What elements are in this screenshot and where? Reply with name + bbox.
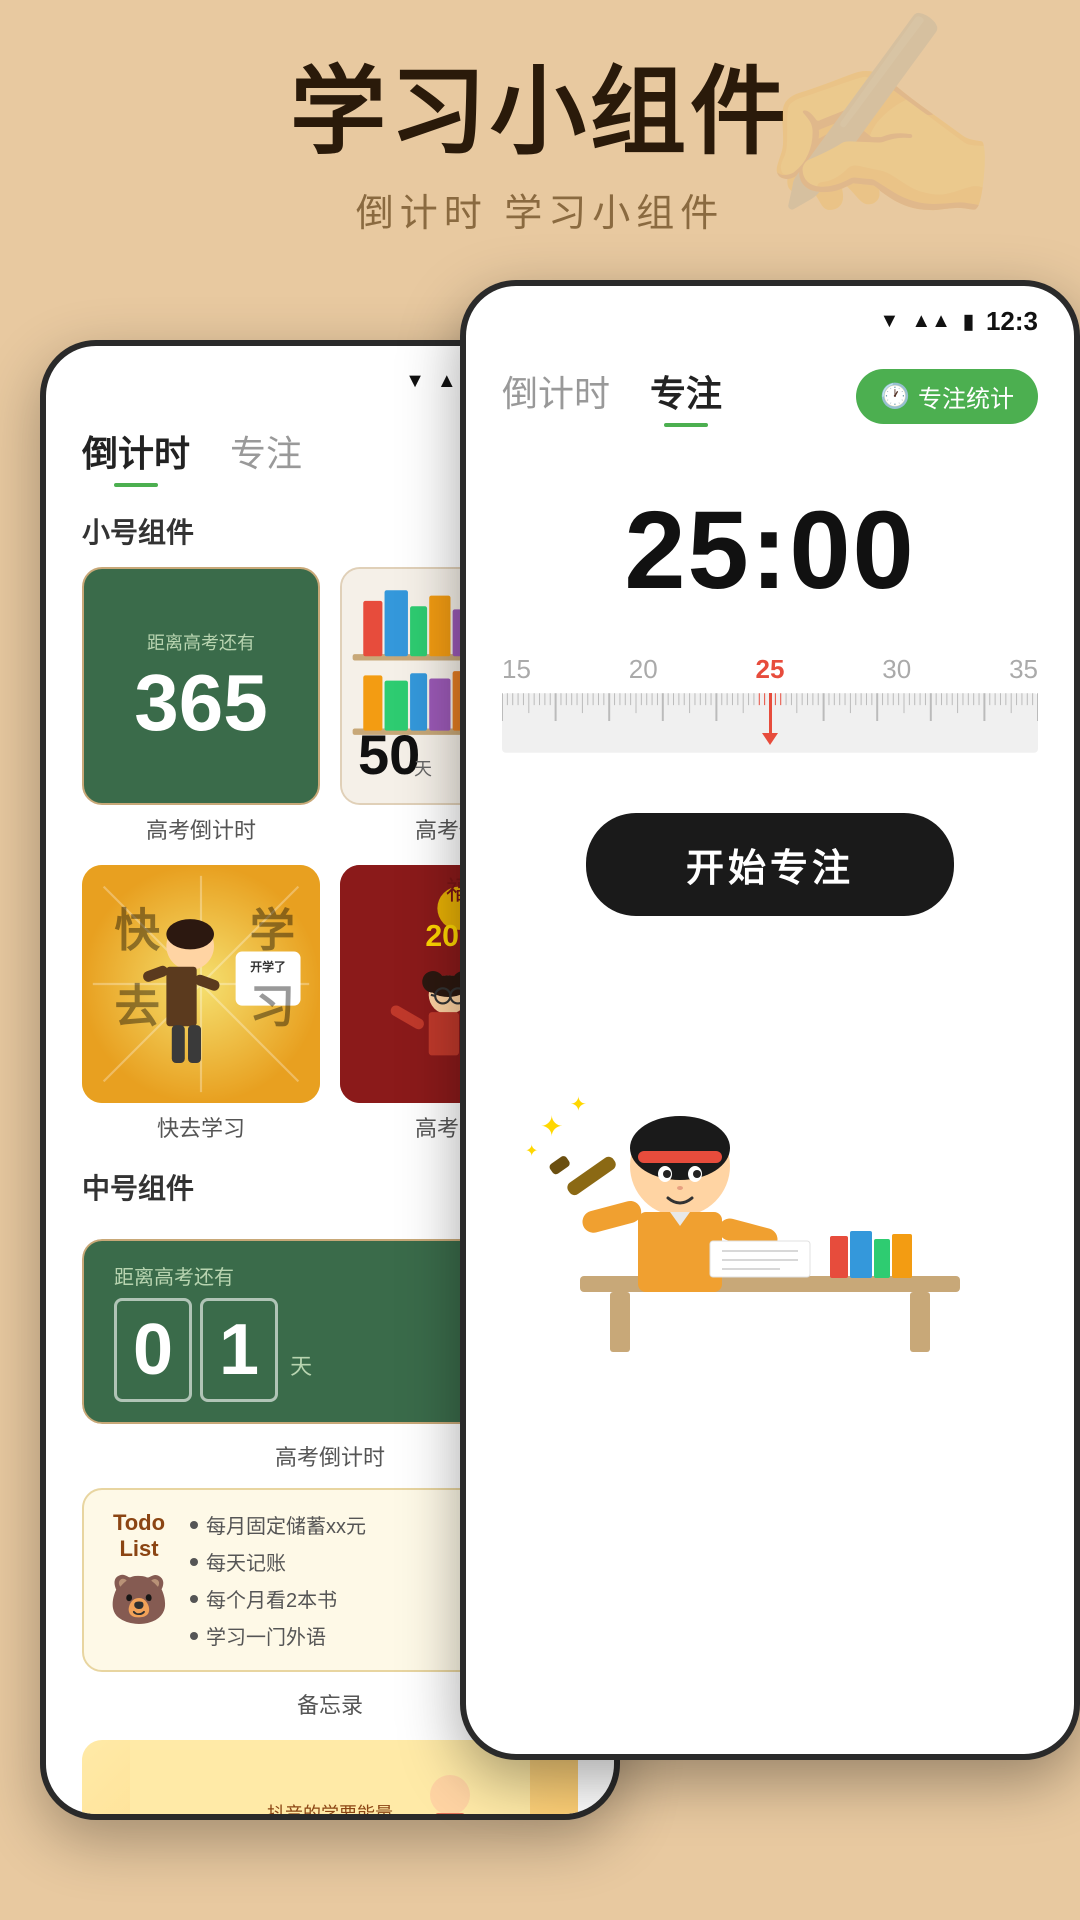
right-battery-icon: ▮ — [963, 309, 974, 334]
widget-gaokao-green[interactable]: 距离高考还有 365 — [82, 567, 320, 805]
wifi-icon: ▼ — [405, 370, 425, 393]
gaokao-days: 365 — [134, 663, 267, 743]
svg-text:✦: ✦ — [570, 1094, 587, 1116]
ruler-num-15: 15 — [502, 654, 531, 685]
start-focus-button[interactable]: 开始专注 — [586, 813, 954, 916]
svg-text:学: 学 — [250, 905, 295, 956]
widget-quick-study[interactable]: 开学了 快 学 去 习 — [82, 865, 320, 1103]
todo-dot-4 — [190, 1632, 198, 1640]
timer-display: 25:00 — [466, 487, 1074, 614]
todo-dot-2 — [190, 1558, 198, 1566]
clock-icon: 🕐 — [880, 382, 910, 411]
right-signal-icon: ▲▲ — [911, 310, 951, 333]
ruler-num-35: 35 — [1009, 654, 1038, 685]
todo-left-section: TodoList 🐻 — [104, 1510, 174, 1650]
quick-study-illustration: 开学了 快 学 去 习 — [82, 865, 320, 1103]
ruler-red-line — [769, 693, 772, 733]
tab-countdown[interactable]: 倒计时 — [82, 425, 190, 487]
ruler-indicator — [762, 693, 778, 745]
character-illustration: ✦ ✦ ✦ — [466, 956, 1074, 1356]
tab-focus-left[interactable]: 专注 — [230, 425, 302, 487]
widget-col-1: 距离高考还有 365 高考倒计时 — [82, 567, 320, 845]
medium-unit: 天 — [290, 1349, 312, 1381]
todo-bear-icon: 🐻 — [109, 1571, 169, 1628]
book-unit: 天 — [414, 755, 432, 781]
widget-col-3: 开学了 快 学 去 习 快去学习 — [82, 865, 320, 1143]
app-header: ✍ 学习小组件 倒计时 学习小组件 — [0, 0, 1080, 277]
todo-dot-3 — [190, 1595, 198, 1603]
tab-focus-right[interactable]: 专注 — [650, 365, 722, 427]
ruler-triangle — [762, 733, 778, 745]
todo-title: TodoList — [113, 1510, 165, 1563]
tab-countdown-right[interactable]: 倒计时 — [502, 365, 610, 427]
svg-text:开学了: 开学了 — [250, 960, 286, 974]
svg-text:快: 快 — [114, 905, 160, 956]
ruler-numbers: 15 20 25 30 35 — [502, 654, 1038, 685]
right-tab-bar: 倒计时 专注 🕐 专注统计 — [466, 345, 1074, 427]
todo-dot-1 — [190, 1521, 198, 1529]
focus-stats-button[interactable]: 🕐 专注统计 — [856, 369, 1038, 424]
svg-text:去: 去 — [114, 981, 159, 1032]
svg-text:抖音的学要能量: 抖音的学要能量 — [267, 1804, 393, 1820]
widget-label-3: 快去学习 — [82, 1111, 320, 1143]
right-wifi-icon: ▼ — [880, 310, 900, 333]
book-days: 50 — [358, 722, 420, 787]
widget-label-1: 高考倒计时 — [82, 813, 320, 845]
medium-day2: 1 — [200, 1298, 278, 1402]
right-phone: ▼ ▲▲ ▮ 12:3 倒计时 专注 🕐 专注统计 25:00 15 20 — [460, 280, 1080, 1760]
gaokao-top-label: 距离高考还有 — [147, 629, 255, 655]
svg-text:习: 习 — [250, 981, 295, 1032]
ruler-ticks-area[interactable]: // Will be generated in JS below — [502, 693, 1038, 753]
phones-container: ▼ ▲▲ ▮ 12:30 倒计时 专注 小号组件 距离高考还有 365 — [0, 280, 1080, 1920]
medium-day1: 0 — [114, 1298, 192, 1402]
svg-text:✦: ✦ — [525, 1143, 538, 1160]
ruler-num-30: 30 — [882, 654, 911, 685]
bg-decoration: ✍ — [680, 0, 1080, 300]
svg-text:✦: ✦ — [540, 1111, 563, 1142]
right-status-bar: ▼ ▲▲ ▮ 12:3 — [466, 286, 1074, 345]
ruler-num-25: 25 — [756, 654, 785, 685]
right-time: 12:3 — [986, 306, 1038, 337]
character-area: ✦ ✦ ✦ — [466, 956, 1074, 1356]
ruler-num-20: 20 — [629, 654, 658, 685]
ruler-container[interactable]: 15 20 25 30 35 // Will be generated in J… — [466, 654, 1074, 753]
